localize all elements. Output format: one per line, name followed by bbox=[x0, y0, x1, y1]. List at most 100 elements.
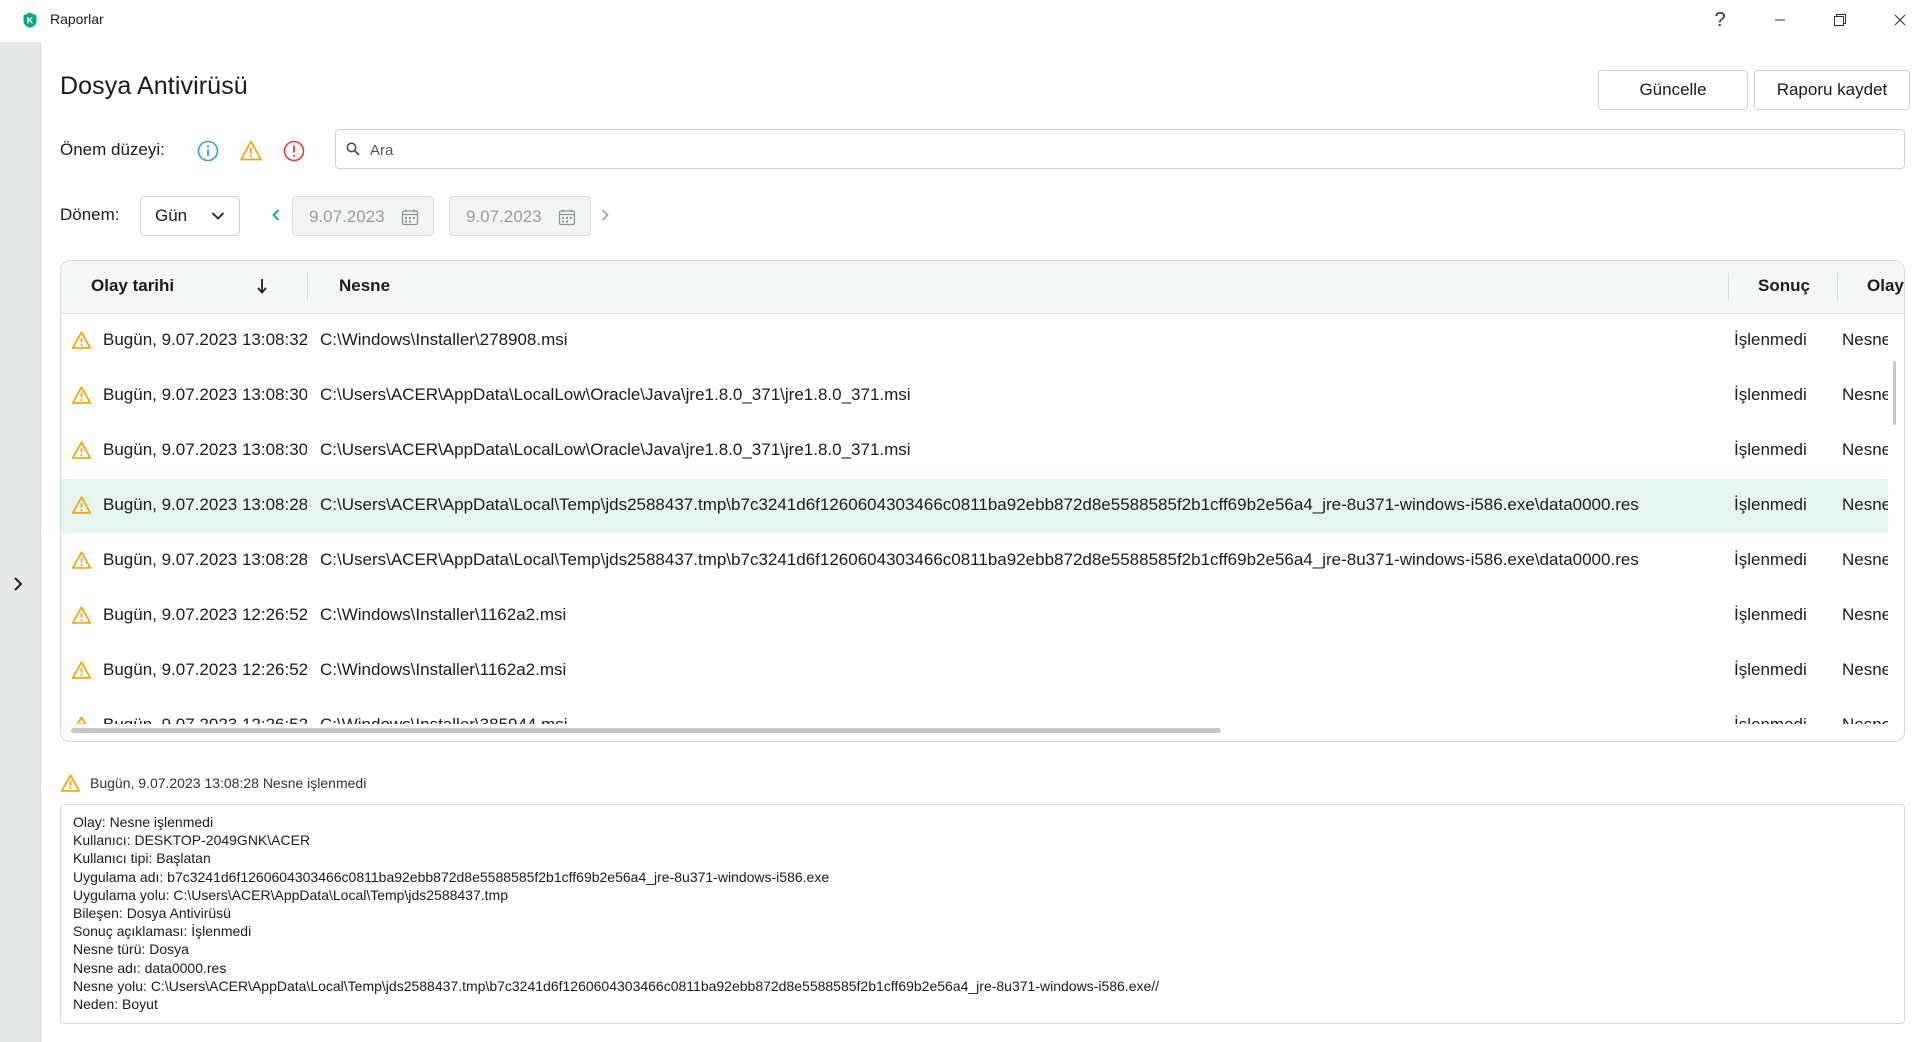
restore-icon bbox=[1834, 14, 1846, 26]
row-object: C:\Windows\Installer\1162a2.msi bbox=[320, 660, 567, 679]
row-result: İşlenmedi bbox=[1734, 660, 1807, 679]
row-event: Nesne işlenmedi bbox=[1842, 495, 1888, 514]
chevron-down-icon bbox=[211, 212, 225, 220]
page-title: Dosya Antivirüsü bbox=[60, 72, 248, 100]
minimize-button[interactable] bbox=[1750, 0, 1810, 40]
window-title: Raporlar bbox=[50, 11, 104, 27]
row-object: C:\Windows\Installer\1162a2.msi bbox=[320, 605, 567, 624]
table-body: Bugün, 9.07.2023 13:08:32 C:\Windows\Ins… bbox=[61, 314, 1888, 724]
detail-line: Uygulama yolu: C:\Users\ACER\AppData\Loc… bbox=[73, 886, 508, 903]
column-separator bbox=[1837, 273, 1838, 301]
row-date: Bugün, 9.07.2023 13:08:28 bbox=[103, 550, 307, 569]
row-object: C:\Users\ACER\AppData\Local\Temp\jds2588… bbox=[320, 550, 1639, 569]
column-separator bbox=[307, 273, 308, 301]
detail-header-text: Bugün, 9.07.2023 13:08:28 Nesne işlenmed… bbox=[90, 775, 367, 791]
next-period-button[interactable] bbox=[597, 205, 613, 225]
table-row[interactable]: Bugün, 9.07.2023 12:26:52 C:\Windows\Ins… bbox=[61, 589, 1888, 644]
column-header-object[interactable]: Nesne bbox=[339, 276, 390, 296]
previous-period-button[interactable] bbox=[268, 205, 284, 225]
row-date: Bugün, 9.07.2023 13:08:30 bbox=[103, 440, 307, 459]
restore-button[interactable] bbox=[1810, 0, 1870, 40]
row-object: C:\Windows\Installer\278908.msi bbox=[320, 330, 568, 349]
warning-icon bbox=[71, 331, 92, 349]
arrow-down-icon[interactable] bbox=[256, 278, 268, 294]
detail-panel[interactable]: Olay: Nesne işlenmedi Kullanıcı: DESKTOP… bbox=[60, 804, 1905, 1024]
help-button[interactable]: ? bbox=[1690, 0, 1750, 40]
info-severity-icon[interactable] bbox=[196, 139, 220, 163]
column-header-event[interactable]: Olay bbox=[1867, 276, 1904, 296]
help-icon: ? bbox=[1714, 8, 1726, 31]
column-header-date[interactable]: Olay tarihi bbox=[91, 276, 174, 296]
row-event: Nesne işlenmedi bbox=[1842, 330, 1888, 349]
detail-line: Nesne adı: data0000.res bbox=[73, 959, 227, 976]
row-event: Nesne işlenmedi bbox=[1842, 715, 1888, 724]
date-to-value: 9.07.2023 bbox=[466, 207, 542, 226]
warning-icon bbox=[71, 551, 92, 569]
row-event: Nesne işlenmedi bbox=[1842, 605, 1888, 624]
critical-severity-icon[interactable] bbox=[282, 139, 306, 163]
chevron-right-icon bbox=[14, 577, 23, 591]
update-button[interactable]: Güncelle bbox=[1598, 70, 1748, 110]
row-date: Bugün, 9.07.2023 12:26:52 bbox=[103, 715, 307, 724]
events-table: Olay tarihi Nesne Sonuç Olay Bugün, 9.07… bbox=[60, 260, 1905, 742]
row-date: Bugün, 9.07.2023 12:26:52 bbox=[103, 660, 307, 679]
table-row[interactable]: Bugün, 9.07.2023 12:26:52 C:\Windows\Ins… bbox=[61, 644, 1888, 699]
detail-line: Kullanıcı: DESKTOP-2049GNK\ACER bbox=[73, 832, 311, 849]
chevron-left-icon bbox=[272, 209, 280, 221]
warning-icon bbox=[71, 496, 92, 514]
expand-panel-button[interactable] bbox=[6, 572, 30, 596]
table-row-selected[interactable]: Bugün, 9.07.2023 13:08:28 C:\Users\ACER\… bbox=[61, 479, 1888, 534]
warning-icon bbox=[71, 441, 92, 459]
row-object: C:\Users\ACER\AppData\LocalLow\Oracle\Ja… bbox=[320, 440, 911, 459]
close-icon bbox=[1894, 14, 1906, 26]
detail-line: Uygulama adı: b7c3241d6f1260604303466c08… bbox=[73, 868, 830, 885]
row-result: İşlenmedi bbox=[1734, 440, 1807, 459]
row-object: C:\Users\ACER\AppData\LocalLow\Oracle\Ja… bbox=[320, 385, 911, 404]
row-result: İşlenmedi bbox=[1734, 605, 1807, 624]
table-row[interactable]: Bugün, 9.07.2023 13:08:30 C:\Users\ACER\… bbox=[61, 369, 1888, 424]
warning-icon bbox=[71, 661, 92, 679]
table-row[interactable]: Bugün, 9.07.2023 13:08:30 C:\Users\ACER\… bbox=[61, 424, 1888, 479]
detail-line: Nesne türü: Dosya bbox=[73, 941, 189, 958]
search-icon bbox=[346, 142, 360, 156]
warning-icon bbox=[60, 774, 81, 792]
table-row[interactable]: Bugün, 9.07.2023 12:26:52 C:\Windows\Ins… bbox=[61, 699, 1888, 724]
row-date: Bugün, 9.07.2023 13:08:30 bbox=[103, 385, 307, 404]
date-from-value: 9.07.2023 bbox=[309, 207, 385, 226]
warning-icon bbox=[71, 606, 92, 624]
detail-line: Sonuç açıklaması: İşlenmedi bbox=[73, 923, 252, 940]
svg-text:K: K bbox=[27, 16, 34, 26]
detail-line: Neden: Boyut bbox=[73, 996, 158, 1013]
warning-severity-icon[interactable] bbox=[239, 139, 263, 163]
search-input[interactable] bbox=[368, 138, 1872, 162]
minimize-icon bbox=[1775, 19, 1785, 21]
left-rail bbox=[0, 42, 41, 1042]
table-row[interactable]: Bugün, 9.07.2023 13:08:28 C:\Users\ACER\… bbox=[61, 534, 1888, 589]
date-to-field[interactable]: 9.07.2023 bbox=[449, 196, 591, 236]
detail-line: Nesne yolu: C:\Users\ACER\AppData\Local\… bbox=[73, 977, 1160, 994]
period-dropdown[interactable]: Gün bbox=[140, 196, 240, 236]
row-date: Bugün, 9.07.2023 12:26:52 bbox=[103, 605, 307, 624]
detail-line: Olay: Nesne işlenmedi bbox=[73, 814, 214, 830]
row-event: Nesne işlenmedi bbox=[1842, 550, 1888, 569]
column-header-result[interactable]: Sonuç bbox=[1758, 276, 1810, 296]
period-value: Gün bbox=[155, 206, 188, 225]
horizontal-scrollbar[interactable] bbox=[71, 728, 1221, 733]
row-date: Bugün, 9.07.2023 13:08:28 bbox=[103, 495, 307, 514]
save-report-button[interactable]: Raporu kaydet bbox=[1754, 70, 1910, 110]
row-date: Bugün, 9.07.2023 13:08:32 bbox=[103, 330, 307, 349]
date-from-field[interactable]: 9.07.2023 bbox=[292, 196, 434, 236]
chevron-right-icon bbox=[601, 209, 609, 221]
row-object: C:\Users\ACER\AppData\Local\Temp\jds2588… bbox=[320, 495, 1639, 514]
vertical-scrollbar[interactable] bbox=[1893, 361, 1896, 425]
calendar-icon bbox=[558, 209, 576, 226]
close-button[interactable] bbox=[1870, 0, 1920, 40]
row-result: İşlenmedi bbox=[1734, 715, 1824, 724]
table-row[interactable]: Bugün, 9.07.2023 13:08:32 C:\Windows\Ins… bbox=[61, 314, 1888, 369]
detail-line: Kullanıcı tipi: Başlatan bbox=[73, 850, 211, 867]
row-result: İşlenmedi bbox=[1734, 550, 1807, 569]
detail-line: Bileşen: Dosya Antivirüsü bbox=[73, 905, 231, 922]
row-event: Nesne işlenmedi bbox=[1842, 385, 1888, 404]
warning-icon bbox=[76, 716, 87, 724]
warning-icon bbox=[71, 386, 92, 404]
